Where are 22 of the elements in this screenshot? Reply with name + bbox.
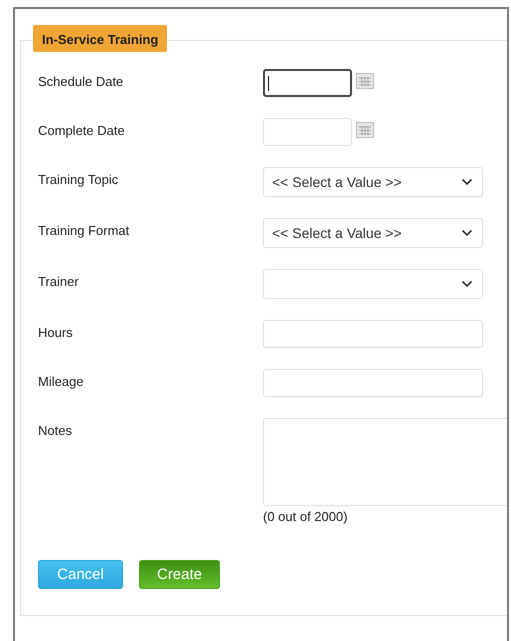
field-label: Trainer bbox=[38, 273, 80, 289]
text-field[interactable] bbox=[263, 320, 483, 348]
field-label: Schedule Date bbox=[38, 73, 124, 89]
field-label: Training Format bbox=[38, 222, 130, 238]
field-label: Complete Date bbox=[38, 122, 126, 138]
field-label: Notes bbox=[38, 422, 73, 438]
select-dropdown[interactable]: << Select a Value >> bbox=[263, 167, 483, 197]
select-dropdown[interactable]: << Select a Value >> bbox=[263, 218, 483, 248]
field-label: Mileage bbox=[38, 373, 85, 389]
section-title: In-Service Training bbox=[33, 25, 168, 52]
date-field[interactable] bbox=[263, 69, 352, 97]
text-field[interactable] bbox=[263, 369, 483, 397]
select-dropdown[interactable] bbox=[263, 269, 483, 299]
calendar-icon[interactable] bbox=[356, 73, 374, 89]
character-counter: (0 out of 2000) bbox=[263, 509, 349, 524]
field-label: Training Topic bbox=[38, 171, 120, 187]
field-label: Hours bbox=[38, 324, 74, 340]
notes-textarea[interactable] bbox=[263, 418, 507, 506]
chevron-down-icon bbox=[461, 229, 473, 237]
calendar-icon[interactable] bbox=[356, 122, 374, 138]
chevron-down-icon bbox=[461, 280, 473, 288]
chevron-down-icon bbox=[461, 178, 473, 186]
